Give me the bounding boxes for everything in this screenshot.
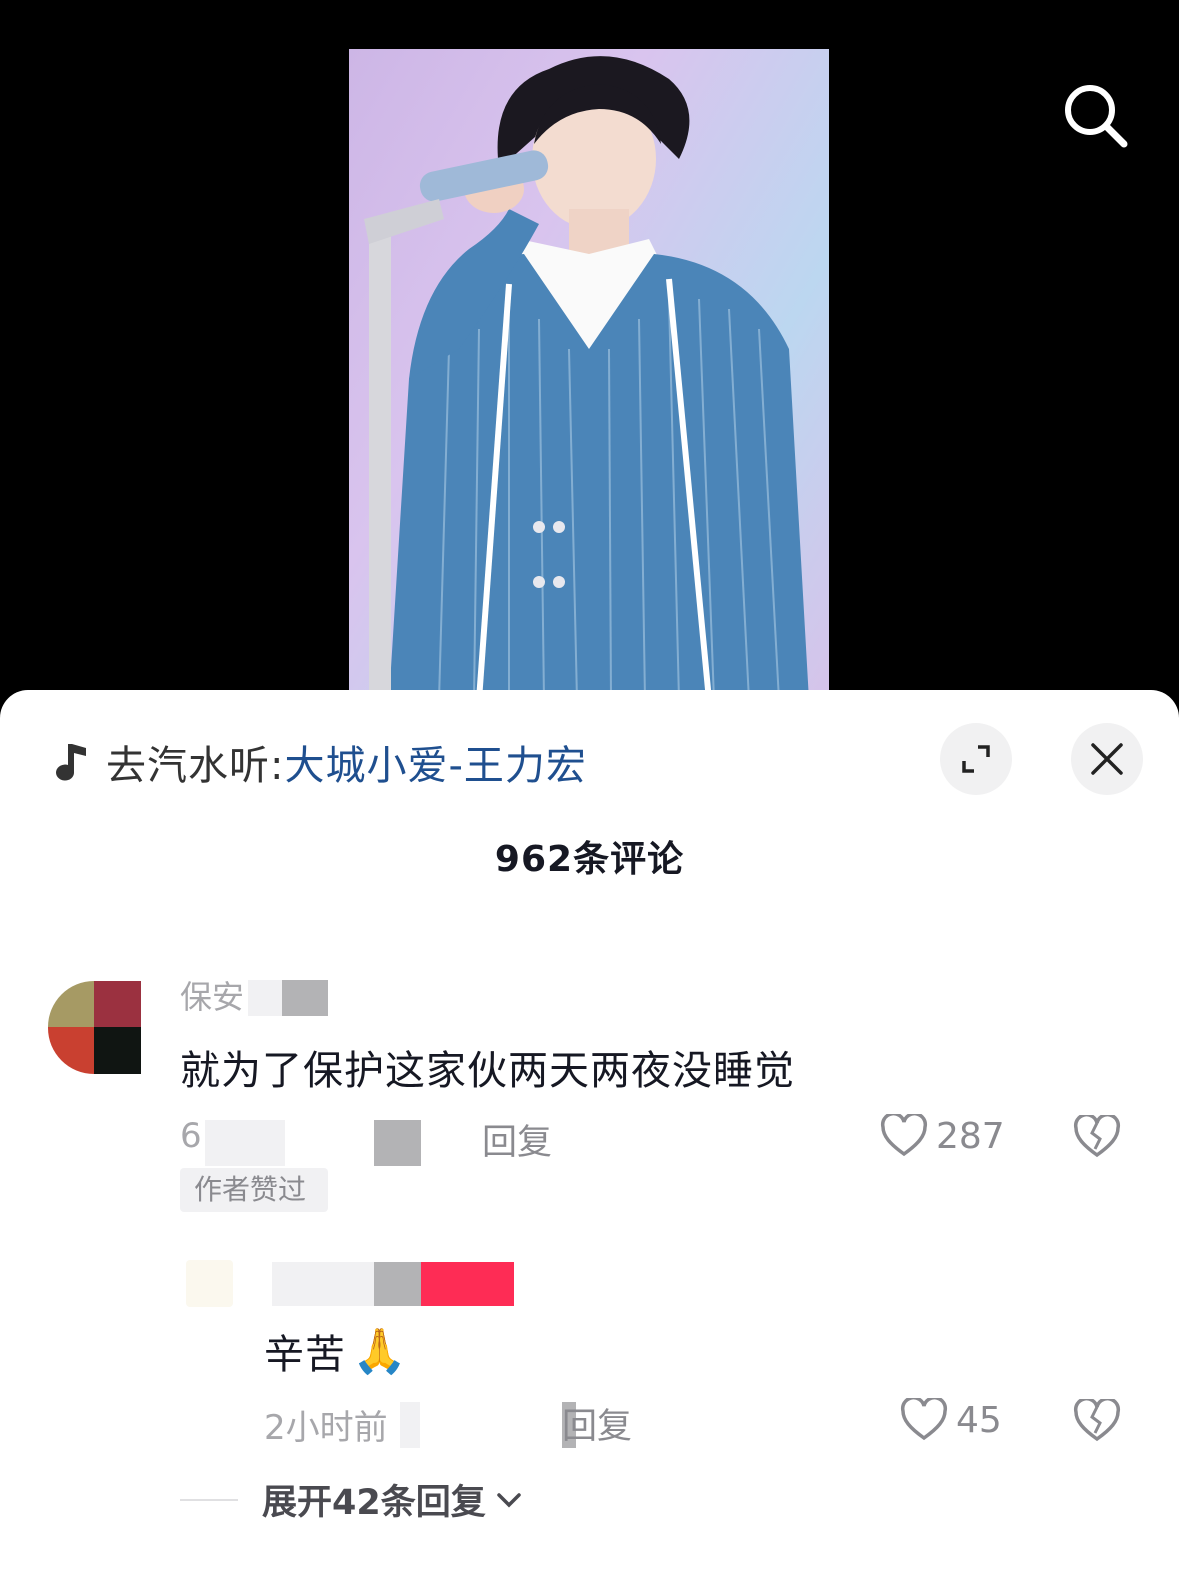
like-count: 45	[956, 1399, 1002, 1441]
close-button[interactable]	[1071, 723, 1143, 795]
music-row[interactable]: 去汽水听: 大城小爱-王力宏	[52, 732, 587, 792]
redacted-block	[421, 1262, 514, 1306]
broken-heart-icon[interactable]	[1073, 1115, 1121, 1159]
video-frame-image	[349, 49, 829, 700]
redacted-block	[205, 1120, 285, 1166]
search-icon	[1065, 85, 1128, 148]
comment-sheet: 去汽水听: 大城小爱-王力宏 962条评论 保安 就为了保护这家伙两天两夜没睡觉…	[0, 690, 1179, 1578]
close-icon	[1091, 743, 1123, 775]
redacted-block	[272, 1262, 376, 1306]
like-button[interactable]: 45	[900, 1398, 1002, 1442]
expand-replies-button[interactable]: 展开42条回复	[180, 1474, 522, 1525]
expand-replies-label: 展开42条回复	[262, 1483, 486, 1523]
heart-icon	[880, 1114, 928, 1157]
expand-icon	[962, 745, 990, 773]
author-liked-badge: 作者赞过	[180, 1168, 328, 1212]
like-button[interactable]: 287	[880, 1114, 1005, 1158]
expand-button[interactable]	[940, 723, 1012, 795]
reply-text: 辛苦 🙏	[264, 1322, 408, 1380]
broken-heart-icon[interactable]	[1073, 1399, 1121, 1443]
search-button[interactable]	[1060, 80, 1132, 152]
redacted-block	[374, 1120, 421, 1166]
chevron-down-icon	[496, 1492, 521, 1507]
reply-button[interactable]: 回复	[482, 1114, 552, 1165]
music-song-link[interactable]: 大城小爱-王力宏	[284, 733, 586, 791]
heart-icon	[900, 1398, 948, 1441]
divider-line	[180, 1498, 238, 1501]
comment-text: 就为了保护这家伙两天两夜没睡觉	[180, 1048, 795, 1094]
comment-time: 6	[180, 1116, 202, 1156]
reply-time: 2小时前	[264, 1408, 388, 1448]
video-area[interactable]	[0, 0, 1179, 700]
reply-text-content: 辛苦	[264, 1332, 346, 1378]
comment-count: 962条评论	[494, 839, 685, 880]
avatar[interactable]	[186, 1260, 233, 1307]
comment-username[interactable]: 保安	[180, 972, 244, 1018]
music-note-icon	[56, 744, 86, 781]
music-prefix: 去汽水听:	[106, 743, 285, 789]
redacted-block	[282, 980, 328, 1016]
redacted-block	[400, 1402, 420, 1448]
redacted-block	[374, 1262, 421, 1306]
home-indicator	[940, 1510, 1160, 1560]
like-count: 287	[936, 1115, 1005, 1157]
pray-emoji: 🙏	[352, 1326, 408, 1377]
reply-button[interactable]: 回复	[562, 1398, 632, 1449]
avatar[interactable]	[48, 981, 141, 1074]
